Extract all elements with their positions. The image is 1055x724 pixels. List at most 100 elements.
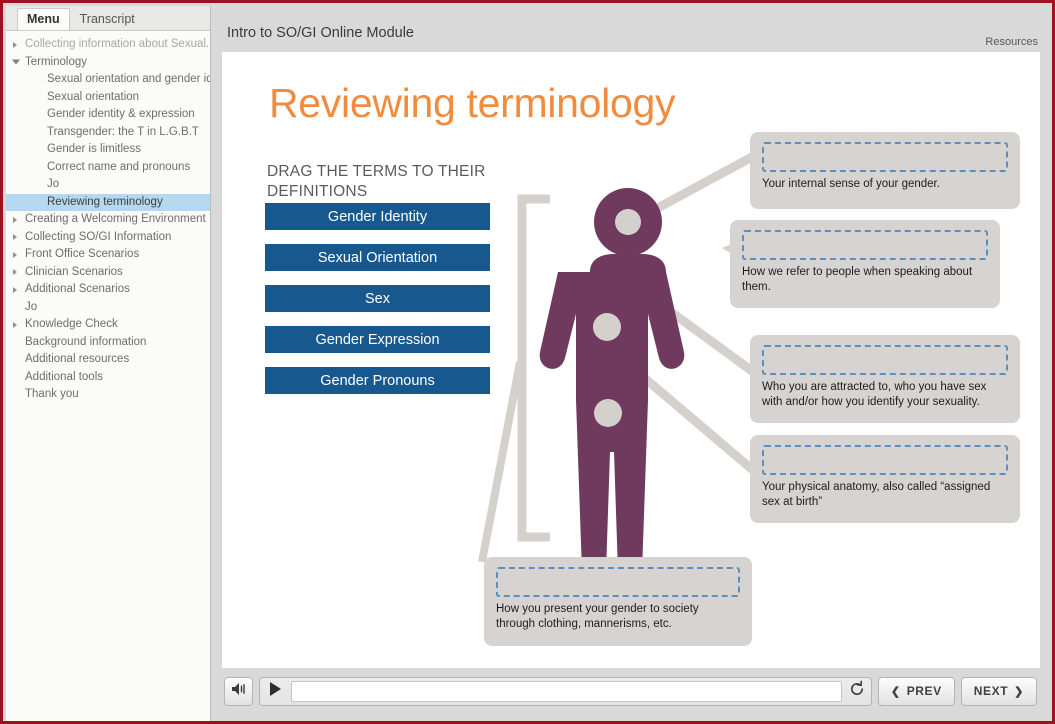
definition-card-sex[interactable]: Your physical anatomy, also called “assi… — [750, 435, 1020, 523]
definition-text: Your internal sense of your gender. — [762, 178, 940, 190]
person-figure — [539, 188, 685, 583]
sidebar-item-13[interactable]: Clinician Scenarios — [6, 264, 210, 282]
definition-card-identity[interactable]: Your internal sense of your gender. — [750, 132, 1020, 209]
anchor-dot-chest — [593, 313, 621, 341]
prev-button-label: PREV — [906, 684, 942, 698]
chevron-right-icon[interactable] — [13, 251, 17, 258]
page-title: Intro to SO/GI Online Module — [227, 25, 414, 41]
sidebar-item-1[interactable]: Terminology — [6, 54, 210, 72]
sidebar-item-label: Sexual orientation and gender id... — [47, 73, 210, 86]
sidebar-item-label: Additional Scenarios — [25, 283, 130, 296]
sidebar-item-label: Collecting SO/GI Information — [25, 230, 172, 243]
sidebar-item-9[interactable]: Reviewing terminology — [6, 193, 210, 211]
sidebar-item-label: Knowledge Check — [25, 318, 118, 331]
sidebar: Menu Transcript Collecting information a… — [6, 6, 211, 721]
resources-link[interactable]: Resources — [985, 36, 1038, 48]
anchor-dot-pelvis — [594, 399, 622, 427]
drop-zone-identity[interactable] — [762, 142, 1008, 172]
sidebar-item-label: Background information — [25, 335, 147, 348]
prev-button[interactable]: ❮ PREV — [877, 676, 955, 706]
sidebar-item-label: Gender is limitless — [47, 143, 141, 156]
tab-transcript[interactable]: Transcript — [70, 8, 145, 30]
sidebar-item-0[interactable]: Collecting information about Sexual... — [6, 36, 210, 54]
sidebar-item-label: Clinician Scenarios — [25, 265, 123, 278]
connector-line-sex — [632, 366, 770, 486]
definition-text: Your physical anatomy, also called “assi… — [762, 481, 991, 508]
drop-zone-pronouns[interactable] — [742, 230, 988, 260]
sidebar-item-14[interactable]: Additional Scenarios — [6, 281, 210, 299]
sidebar-item-20[interactable]: Thank you — [6, 386, 210, 404]
bracket-shape — [517, 194, 550, 542]
sidebar-item-19[interactable]: Additional tools — [6, 369, 210, 387]
sidebar-item-8[interactable]: Jo — [6, 176, 210, 194]
sidebar-item-6[interactable]: Gender is limitless — [6, 141, 210, 159]
sidebar-item-4[interactable]: Gender identity & expression — [6, 106, 210, 124]
definition-text: How we refer to people when speaking abo… — [742, 266, 973, 293]
sidebar-item-label: Collecting information about Sexual... — [25, 38, 210, 51]
chevron-right-icon: ❯ — [1014, 685, 1024, 698]
sidebar-item-18[interactable]: Additional resources — [6, 351, 210, 369]
player-controls-bar: ❮ PREV NEXT ❯ — [222, 672, 1040, 710]
replay-button[interactable] — [846, 680, 868, 702]
seek-bar-group — [259, 676, 872, 706]
sidebar-item-label: Creating a Welcoming Environment — [25, 213, 206, 226]
chevron-right-icon[interactable] — [13, 321, 17, 328]
sidebar-item-2[interactable]: Sexual orientation and gender id... — [6, 71, 210, 89]
drag-instruction-text: DRAG THE TERMS TO THEIR DEFINITIONS — [267, 163, 486, 200]
draggable-term-gender-pronouns[interactable]: Gender Pronouns — [265, 367, 490, 394]
tab-menu[interactable]: Menu — [17, 8, 70, 30]
sidebar-item-label: Reviewing terminology — [47, 195, 163, 208]
definition-card-orientation[interactable]: Who you are attracted to, who you have s… — [750, 335, 1020, 423]
sidebar-item-10[interactable]: Creating a Welcoming Environment — [6, 211, 210, 229]
sidebar-item-17[interactable]: Background information — [6, 334, 210, 352]
sidebar-item-label: Thank you — [25, 388, 79, 401]
chevron-right-icon[interactable] — [13, 216, 17, 223]
chevron-right-icon[interactable] — [13, 269, 17, 276]
volume-button[interactable] — [224, 676, 253, 706]
sidebar-item-11[interactable]: Collecting SO/GI Information — [6, 229, 210, 247]
sidebar-item-label: Jo — [47, 178, 60, 191]
sidebar-item-7[interactable]: Correct name and pronouns — [6, 159, 210, 177]
draggable-term-sexual-orientation[interactable]: Sexual Orientation — [265, 244, 490, 271]
sidebar-item-16[interactable]: Knowledge Check — [6, 316, 210, 334]
chevron-right-icon[interactable] — [13, 286, 17, 293]
sidebar-item-5[interactable]: Transgender: the T in L.G.B.T — [6, 124, 210, 142]
chevron-right-icon[interactable] — [13, 234, 17, 241]
sidebar-item-label: Additional tools — [25, 370, 103, 383]
sidebar-item-label: Transgender: the T in L.G.B.T — [47, 125, 199, 138]
drop-zone-sex[interactable] — [762, 445, 1008, 475]
sidebar-item-3[interactable]: Sexual orientation — [6, 89, 210, 107]
definition-text: How you present your gender to society t… — [496, 603, 699, 630]
drop-zone-orientation[interactable] — [762, 345, 1008, 375]
sidebar-item-label: Jo — [25, 300, 38, 313]
chevron-left-icon: ❮ — [890, 685, 901, 698]
next-button-label: NEXT — [973, 684, 1009, 698]
stage: Intro to SO/GI Online Module Resources R… — [211, 6, 1049, 718]
drop-zone-expression[interactable] — [496, 567, 740, 597]
draggable-term-gender-identity[interactable]: Gender Identity — [265, 203, 490, 230]
speaker-icon — [231, 682, 247, 701]
play-button[interactable] — [263, 677, 287, 706]
definition-card-expression[interactable]: How you present your gender to society t… — [484, 557, 752, 646]
anchor-dot-head — [615, 209, 641, 235]
sidebar-tabs: Menu Transcript — [6, 6, 210, 31]
replay-icon — [848, 680, 866, 703]
chevron-down-icon[interactable] — [12, 59, 20, 65]
sidebar-item-12[interactable]: Front Office Scenarios — [6, 246, 210, 264]
elearning-player-window: Menu Transcript Collecting information a… — [0, 0, 1055, 724]
chevron-right-icon[interactable] — [13, 41, 17, 48]
sidebar-item-label: Correct name and pronouns — [47, 160, 191, 173]
course-outline-list[interactable]: Collecting information about Sexual... Te… — [6, 31, 210, 721]
sidebar-item-15[interactable]: Jo — [6, 299, 210, 317]
draggable-term-sex[interactable]: Sex — [265, 285, 490, 312]
draggable-term-gender-expression[interactable]: Gender Expression — [265, 326, 490, 353]
sidebar-item-label: Additional resources — [25, 353, 130, 366]
next-button[interactable]: NEXT ❯ — [960, 676, 1037, 706]
sidebar-item-label: Sexual orientation — [47, 90, 140, 103]
sidebar-item-label: Front Office Scenarios — [25, 248, 140, 261]
sidebar-item-label: Terminology — [25, 55, 87, 68]
definition-card-pronouns[interactable]: How we refer to people when speaking abo… — [730, 220, 1000, 308]
definition-text: Who you are attracted to, who you have s… — [762, 381, 987, 408]
sidebar-item-label: Gender identity & expression — [47, 108, 195, 121]
seek-slider[interactable] — [291, 680, 842, 702]
